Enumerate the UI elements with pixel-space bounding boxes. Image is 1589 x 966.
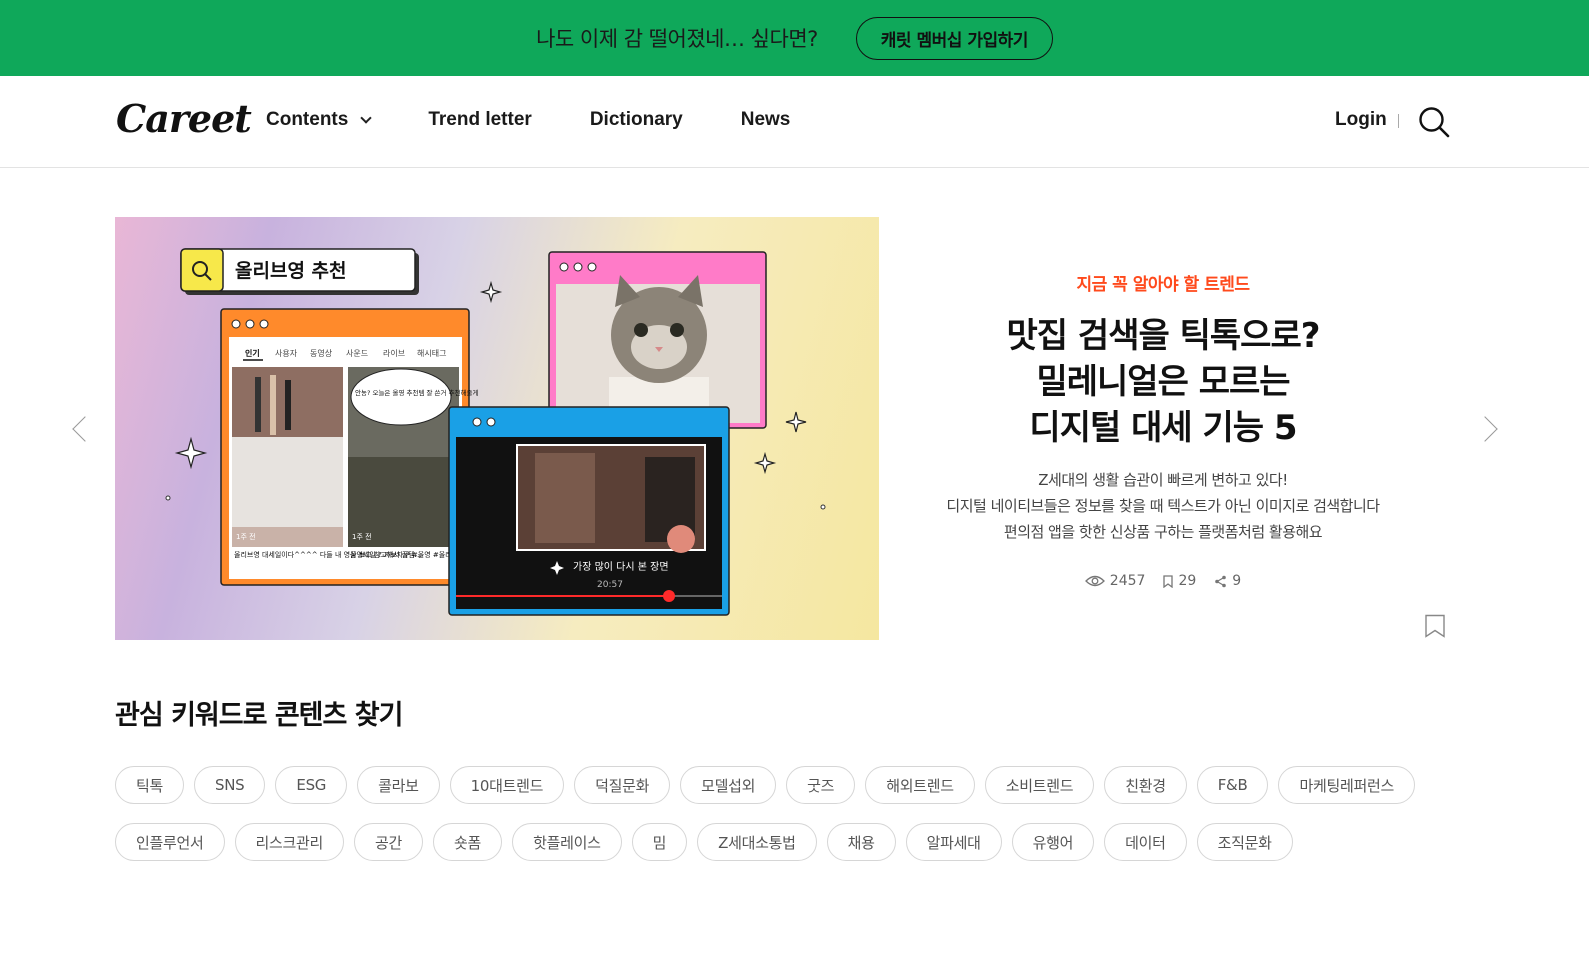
keyword-chip[interactable]: 핫플레이스 — [512, 823, 622, 861]
card2-bubble: 안뇽? 오늘은 올영 추천템 잘 쓴거 추천해줄게 — [355, 388, 479, 397]
image-tab: 라이브 — [383, 348, 405, 358]
login-link[interactable]: Login — [1335, 109, 1387, 131]
eye-icon — [1084, 575, 1105, 587]
keyword-chip[interactable]: 숏폼 — [433, 823, 503, 861]
keyword-chip[interactable]: 친환경 — [1104, 766, 1187, 804]
nav-news[interactable]: News — [741, 109, 791, 131]
keyword-chip[interactable]: 유행어 — [1011, 823, 1095, 861]
card1-time: 1주 전 — [236, 532, 256, 541]
keyword-chip[interactable]: ESG — [275, 766, 348, 804]
video-label: 가장 많이 다시 본 장면 — [573, 561, 669, 573]
image-tab: 동영상 — [310, 348, 333, 358]
shares-count: 9 — [1232, 573, 1242, 589]
nav-dictionary[interactable]: Dictionary — [590, 109, 683, 131]
headline-line: 디지털 대세 기능 5 — [1029, 408, 1297, 448]
keyword-chip[interactable]: 공간 — [354, 823, 424, 861]
hero-stats: 2457 29 9 — [930, 573, 1396, 589]
hero-text: 지금 꼭 알아야 할 트렌드 맛집 검색을 틱톡으로? 밀레니얼은 모르는 디지… — [930, 270, 1396, 589]
share-icon — [1215, 575, 1227, 587]
keyword-chip[interactable]: F&B — [1196, 766, 1269, 804]
card2-time: 1주 전 — [352, 532, 372, 541]
carousel-next-icon[interactable] — [1472, 416, 1498, 442]
keyword-chip[interactable]: 소비트렌드 — [984, 766, 1095, 804]
nav-contents-label: Contents — [266, 109, 349, 130]
keyword-chip[interactable]: 굿즈 — [786, 766, 856, 804]
chevron-down-icon — [360, 112, 372, 124]
image-tab: 사운드 — [346, 349, 368, 358]
keyword-chip[interactable]: 인플루언서 — [115, 823, 225, 861]
keyword-chip[interactable]: 덕질문화 — [574, 766, 671, 804]
bookmarks-stat: 29 — [1163, 573, 1196, 589]
logo[interactable]: Careet — [116, 96, 252, 141]
nav-trend-letter[interactable]: Trend letter — [428, 109, 531, 131]
carousel-prev-icon[interactable] — [72, 416, 98, 442]
nav-contents[interactable]: Contents — [266, 109, 372, 131]
keyword-chip[interactable]: 해외트렌드 — [865, 766, 975, 804]
bookmark-icon — [1163, 574, 1174, 588]
keyword-chip[interactable]: SNS — [194, 766, 266, 804]
keyword-chip[interactable]: 채용 — [826, 823, 896, 861]
desc-line: 디지털 네이티브들은 정보를 찾을 때 텍스트가 아닌 이미지로 검색합니다 — [946, 497, 1380, 515]
keywords-title: 관심 키워드로 콘텐츠 찾기 — [115, 700, 403, 731]
image-tab: 해시태그 — [417, 348, 446, 358]
keyword-chip[interactable]: 10대트렌드 — [449, 766, 565, 804]
hero-kicker: 지금 꼭 알아야 할 트렌드 — [1076, 275, 1250, 295]
headline-line: 밀레니얼은 모르는 — [1036, 362, 1290, 402]
hero-headline[interactable]: 맛집 검색을 틱톡으로? 밀레니얼은 모르는 디지털 대세 기능 5 — [930, 313, 1396, 451]
hero-image[interactable]: 올리브영 추천 인기 사용자 동영상 사운드 라이브 해시태그 1주 전 올리브… — [115, 217, 879, 640]
keyword-chips: 틱톡 SNS ESG 콜라보 10대트렌드 덕질문화 모델섭외 굿즈 해외트렌드 소비트렌드 친환경… — [115, 766, 1455, 880]
keyword-chip[interactable]: 틱톡 — [115, 766, 185, 804]
desc-line: 편의점 앱을 핫한 신상품 구하는 플랫폼처럼 활용해요 — [1003, 523, 1323, 541]
keyword-chip[interactable]: 데이터 — [1104, 823, 1187, 861]
keyword-chip[interactable]: 조직문화 — [1196, 823, 1293, 861]
divider — [1398, 114, 1399, 128]
image-tab: 인기 — [245, 348, 260, 358]
headline-line: 맛집 검색을 틱톡으로? — [1006, 316, 1321, 356]
keyword-chip[interactable]: 마케팅레퍼런스 — [1278, 766, 1415, 804]
keyword-chip[interactable]: 모델섭외 — [680, 766, 777, 804]
video-time: 20:57 — [597, 580, 623, 590]
membership-signup-button[interactable]: 캐릿 멤버십 가입하기 — [855, 16, 1053, 60]
search-icon[interactable] — [1418, 106, 1450, 138]
site-header: Careet Contents Trend letter Dictionary … — [0, 76, 1589, 168]
bookmarks-count: 29 — [1178, 573, 1197, 589]
promo-banner: 나도 이제 감 떨어졌네… 싶다면? 캐릿 멤버십 가입하기 — [0, 0, 1589, 76]
views-stat: 2457 — [1084, 573, 1146, 589]
views-count: 2457 — [1109, 573, 1146, 589]
keyword-chip[interactable]: 리스크관리 — [234, 823, 345, 861]
main-nav: Contents Trend letter Dictionary News — [266, 109, 848, 131]
image-search-text: 올리브영 추천 — [235, 260, 347, 282]
keyword-chip[interactable]: 콜라보 — [357, 766, 440, 804]
keyword-chip[interactable]: 알파세대 — [905, 823, 1002, 861]
promo-text: 나도 이제 감 떨어졌네… 싶다면? — [536, 27, 818, 51]
image-tab: 사용자 — [275, 349, 298, 358]
bookmark-icon[interactable] — [1424, 614, 1446, 638]
keyword-chip[interactable]: 밈 — [631, 823, 688, 861]
keyword-chip[interactable]: Z세대소통법 — [697, 823, 817, 861]
desc-line: Z세대의 생활 습관이 빠르게 변하고 있다! — [1038, 471, 1288, 489]
hero-description: Z세대의 생활 습관이 빠르게 변하고 있다! 디지털 네이티브들은 정보를 찾… — [930, 467, 1396, 545]
shares-stat: 9 — [1214, 573, 1241, 589]
